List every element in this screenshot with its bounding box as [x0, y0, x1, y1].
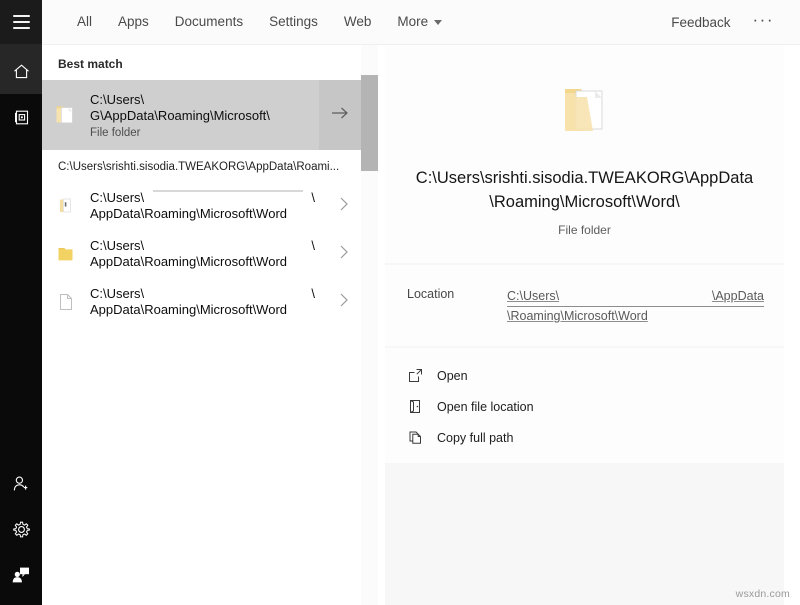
action-open[interactable]: Open [385, 360, 784, 391]
list-item[interactable]: C:\Users\ \ AppData\Roaming\Microsoft\Wo… [42, 230, 361, 278]
action-copy-full-path[interactable]: Copy full path [385, 422, 784, 453]
tab-more-label: More [397, 0, 428, 44]
action-open-file-location[interactable]: Open file location [385, 391, 784, 422]
list-item-line1: C:\Users\ \ [90, 190, 315, 206]
list-item-prefix: C:\Users\ [90, 238, 144, 254]
preview-panel: C:\Users\srishti.sisodia.TWEAKORG\AppDat… [385, 44, 784, 605]
list-item-prefix: C:\Users\ [90, 286, 144, 302]
best-match-text: C:\Users\ G\AppData\Roaming\Microsoft\ F… [90, 92, 319, 139]
redacted-username [153, 238, 303, 240]
list-item-line1: C:\Users\ \ [90, 286, 315, 302]
account-person-icon [11, 474, 31, 494]
chevron-right-icon [338, 195, 350, 218]
best-match-title-line2: G\AppData\Roaming\Microsoft\ [90, 108, 313, 124]
best-match-expand-button[interactable] [319, 80, 361, 150]
folder-icon [42, 244, 90, 264]
open-external-icon [407, 367, 437, 384]
folder-with-document-icon [405, 78, 764, 144]
best-match-title-line1: C:\Users\ [90, 92, 313, 108]
sidebar-item-settings[interactable] [0, 506, 42, 552]
list-item-text: C:\Users\ \ AppData\Roaming\Microsoft\Wo… [90, 286, 327, 318]
sidebar-item-account[interactable] [0, 461, 42, 507]
list-item-text: C:\Users\ \ AppData\Roaming\Microsoft\Wo… [90, 238, 327, 270]
redacted-username [153, 190, 303, 192]
search-results-panel: Best match C:\Users\ G\AppData\Roaming\M… [42, 44, 378, 605]
arrow-right-icon [330, 105, 350, 126]
feedback-button[interactable]: Feedback [661, 15, 740, 30]
list-item-text: C:\Users\ \ AppData\Roaming\Microsoft\Wo… [90, 190, 327, 222]
list-item-line2: AppData\Roaming\Microsoft\Word [90, 206, 327, 222]
list-item[interactable]: C:\Users\ \ AppData\Roaming\Microsoft\Wo… [42, 182, 361, 230]
tab-apps[interactable]: Apps [105, 0, 162, 44]
list-item-suffix: \ [311, 238, 315, 254]
list-item-suffix: \ [311, 190, 315, 206]
left-navigation-rail [0, 0, 42, 605]
feedback-person-icon [11, 565, 31, 585]
preview-actions-card: Open Open file location [385, 348, 784, 463]
hamburger-menu-icon[interactable] [0, 0, 42, 44]
top-navigation-bar: All Apps Documents Settings Web More Fee… [42, 0, 800, 45]
preview-header-card: C:\Users\srishti.sisodia.TWEAKORG\AppDat… [385, 44, 784, 263]
location-line2: \Roaming\Microsoft\Word [507, 307, 764, 326]
folder-document-small-icon [42, 196, 90, 216]
list-item-expand-button[interactable] [327, 291, 361, 314]
location-line1: C:\Users\ \AppData [507, 287, 764, 307]
sidebar-item-home[interactable] [0, 48, 42, 94]
location-suffix: \AppData [712, 287, 764, 306]
chevron-down-icon [434, 20, 442, 25]
list-item-line1: C:\Users\ \ [90, 238, 315, 254]
list-item-expand-button[interactable] [327, 243, 361, 266]
gear-icon [12, 520, 31, 539]
tab-documents[interactable]: Documents [162, 0, 256, 44]
action-open-file-location-label: Open file location [437, 400, 534, 414]
preview-subtitle: File folder [405, 223, 764, 237]
sidebar-item-feedback[interactable] [0, 552, 42, 598]
action-open-label: Open [437, 369, 468, 383]
more-options-icon[interactable]: ··· [741, 11, 782, 34]
watermark: wsxdn.com [736, 588, 790, 600]
preview-title: C:\Users\srishti.sisodia.TWEAKORG\AppDat… [405, 166, 764, 214]
best-match-subtitle: File folder [90, 127, 313, 139]
redacted-username [153, 286, 303, 288]
chevron-right-icon [338, 291, 350, 314]
folder-document-icon [42, 102, 90, 129]
home-icon [12, 62, 31, 81]
best-match-result[interactable]: C:\Users\ G\AppData\Roaming\Microsoft\ F… [42, 80, 361, 150]
best-match-section-label: Best match [42, 44, 378, 80]
action-copy-full-path-label: Copy full path [437, 431, 513, 445]
preview-location-card: Location C:\Users\ \AppData \Roaming\Mic… [385, 265, 784, 346]
list-item-line2: AppData\Roaming\Microsoft\Word [90, 254, 327, 270]
location-link[interactable]: C:\Users\ \AppData \Roaming\Microsoft\Wo… [507, 287, 764, 326]
list-item[interactable]: C:\Users\ \ AppData\Roaming\Microsoft\Wo… [42, 278, 361, 326]
topbar-right-actions: Feedback ··· [661, 11, 800, 34]
results-scrollbar[interactable] [361, 44, 378, 605]
open-file-location-icon [407, 398, 437, 415]
tab-settings[interactable]: Settings [256, 0, 331, 44]
list-item-line2: AppData\Roaming\Microsoft\Word [90, 302, 327, 318]
windows-search-window: All Apps Documents Settings Web More Fee… [0, 0, 800, 605]
chevron-right-icon [338, 243, 350, 266]
sidebar-item-library[interactable] [0, 94, 42, 140]
file-icon [42, 292, 90, 312]
list-item-prefix: C:\Users\ [90, 190, 144, 206]
search-query-path: C:\Users\srishti.sisodia.TWEAKORG\AppDat… [42, 150, 378, 182]
list-item-expand-button[interactable] [327, 195, 361, 218]
location-label: Location [407, 287, 507, 326]
library-icon [12, 108, 31, 127]
copy-icon [407, 429, 437, 446]
location-prefix: C:\Users\ [507, 287, 559, 306]
tab-more[interactable]: More [384, 0, 455, 44]
tab-all[interactable]: All [64, 0, 105, 44]
list-item-suffix: \ [311, 286, 315, 302]
tab-web[interactable]: Web [331, 0, 385, 44]
results-scrollbar-thumb[interactable] [361, 75, 378, 171]
search-filter-tabs: All Apps Documents Settings Web More [64, 0, 455, 44]
